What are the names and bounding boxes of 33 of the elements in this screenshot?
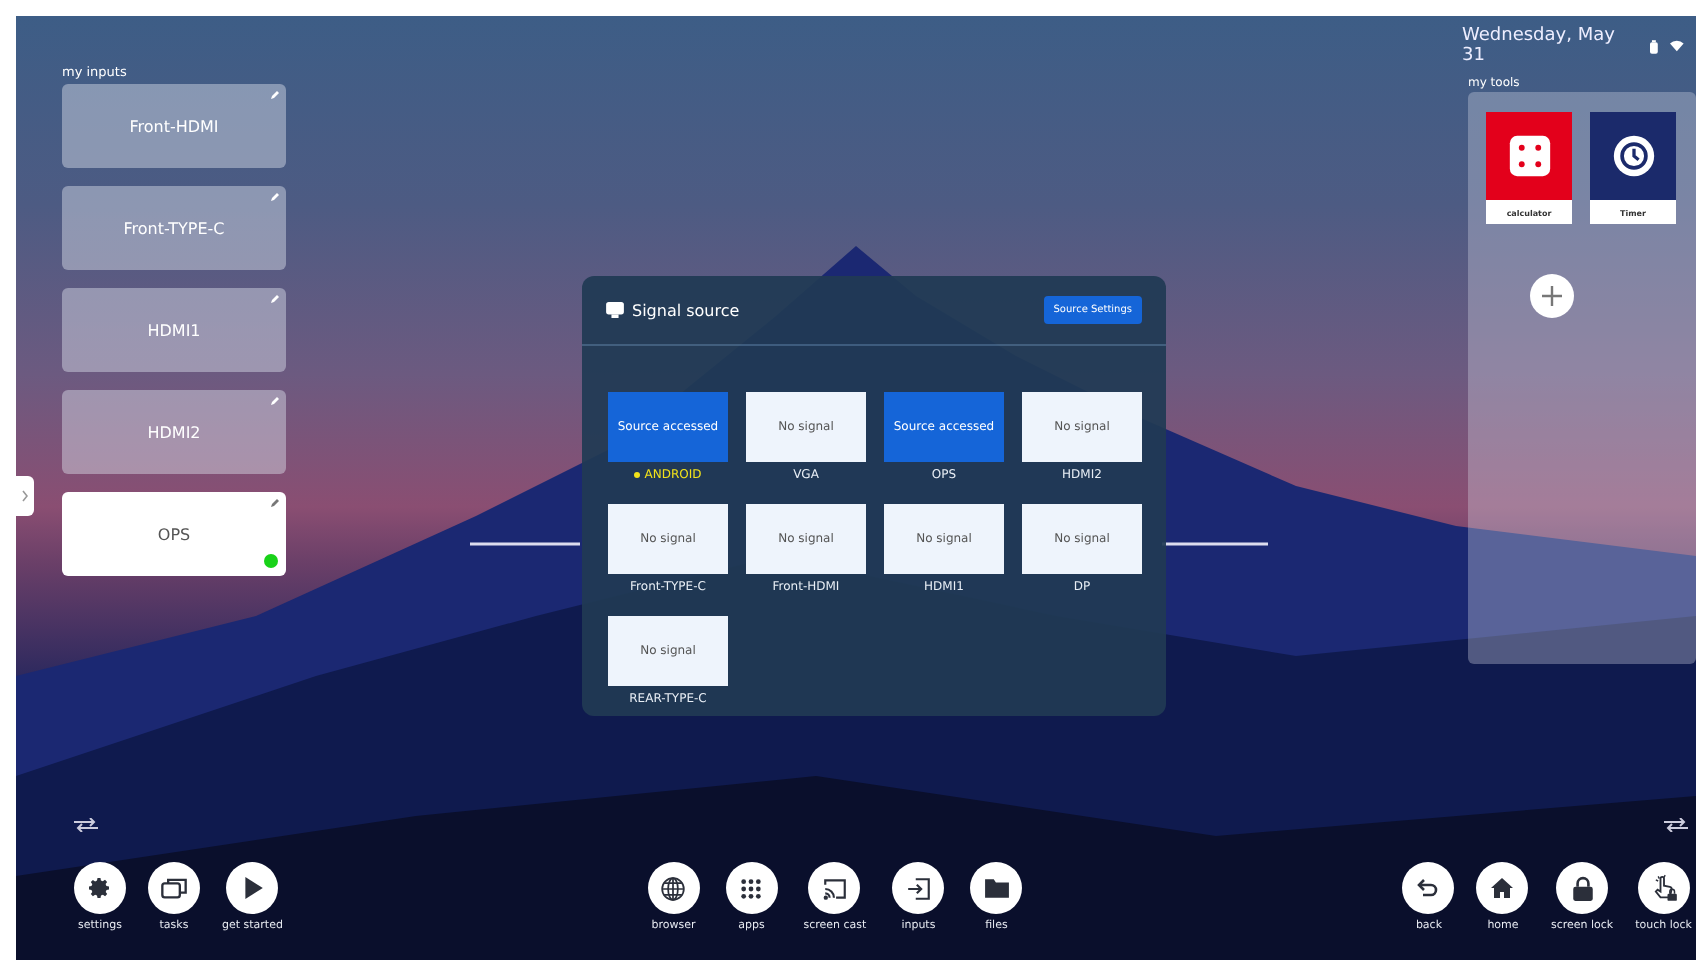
grid-icon <box>740 877 763 899</box>
input-card[interactable]: OPS <box>62 492 286 576</box>
current-dot-icon <box>634 472 641 478</box>
padlock-icon <box>1571 875 1594 901</box>
battery-icon <box>1650 39 1659 53</box>
gear-icon <box>88 876 112 900</box>
monitor-icon <box>606 302 624 318</box>
pencil-icon[interactable] <box>270 90 280 100</box>
hand-lock-icon <box>1649 874 1678 902</box>
status-dot-icon <box>264 554 278 568</box>
chevron-right-icon <box>22 490 28 502</box>
add-button[interactable] <box>1530 274 1574 318</box>
date-text: Wednesday, May 31 <box>1462 26 1617 66</box>
pencil-icon[interactable] <box>270 396 280 406</box>
dialog-title: Signal source <box>632 301 742 319</box>
side-handle-button[interactable] <box>16 476 34 516</box>
plus-icon <box>1542 286 1562 306</box>
swap-arrows-icon[interactable] <box>1664 818 1688 832</box>
undo-arrow-icon <box>1416 876 1441 900</box>
play-icon <box>241 876 264 900</box>
pencil-icon[interactable] <box>270 192 280 202</box>
input-icon <box>905 875 932 901</box>
clock-icon <box>1611 134 1655 178</box>
swap-arrows-icon[interactable] <box>74 818 98 832</box>
wifi-icon <box>1670 40 1684 52</box>
globe-icon <box>660 875 687 901</box>
folder-icon <box>983 876 1010 900</box>
pencil-icon[interactable] <box>270 294 280 304</box>
dots-square-icon <box>1507 134 1551 178</box>
cast-icon <box>821 875 848 901</box>
pencil-icon[interactable] <box>270 498 280 508</box>
home-icon <box>1490 876 1515 900</box>
windows-icon <box>160 876 188 900</box>
